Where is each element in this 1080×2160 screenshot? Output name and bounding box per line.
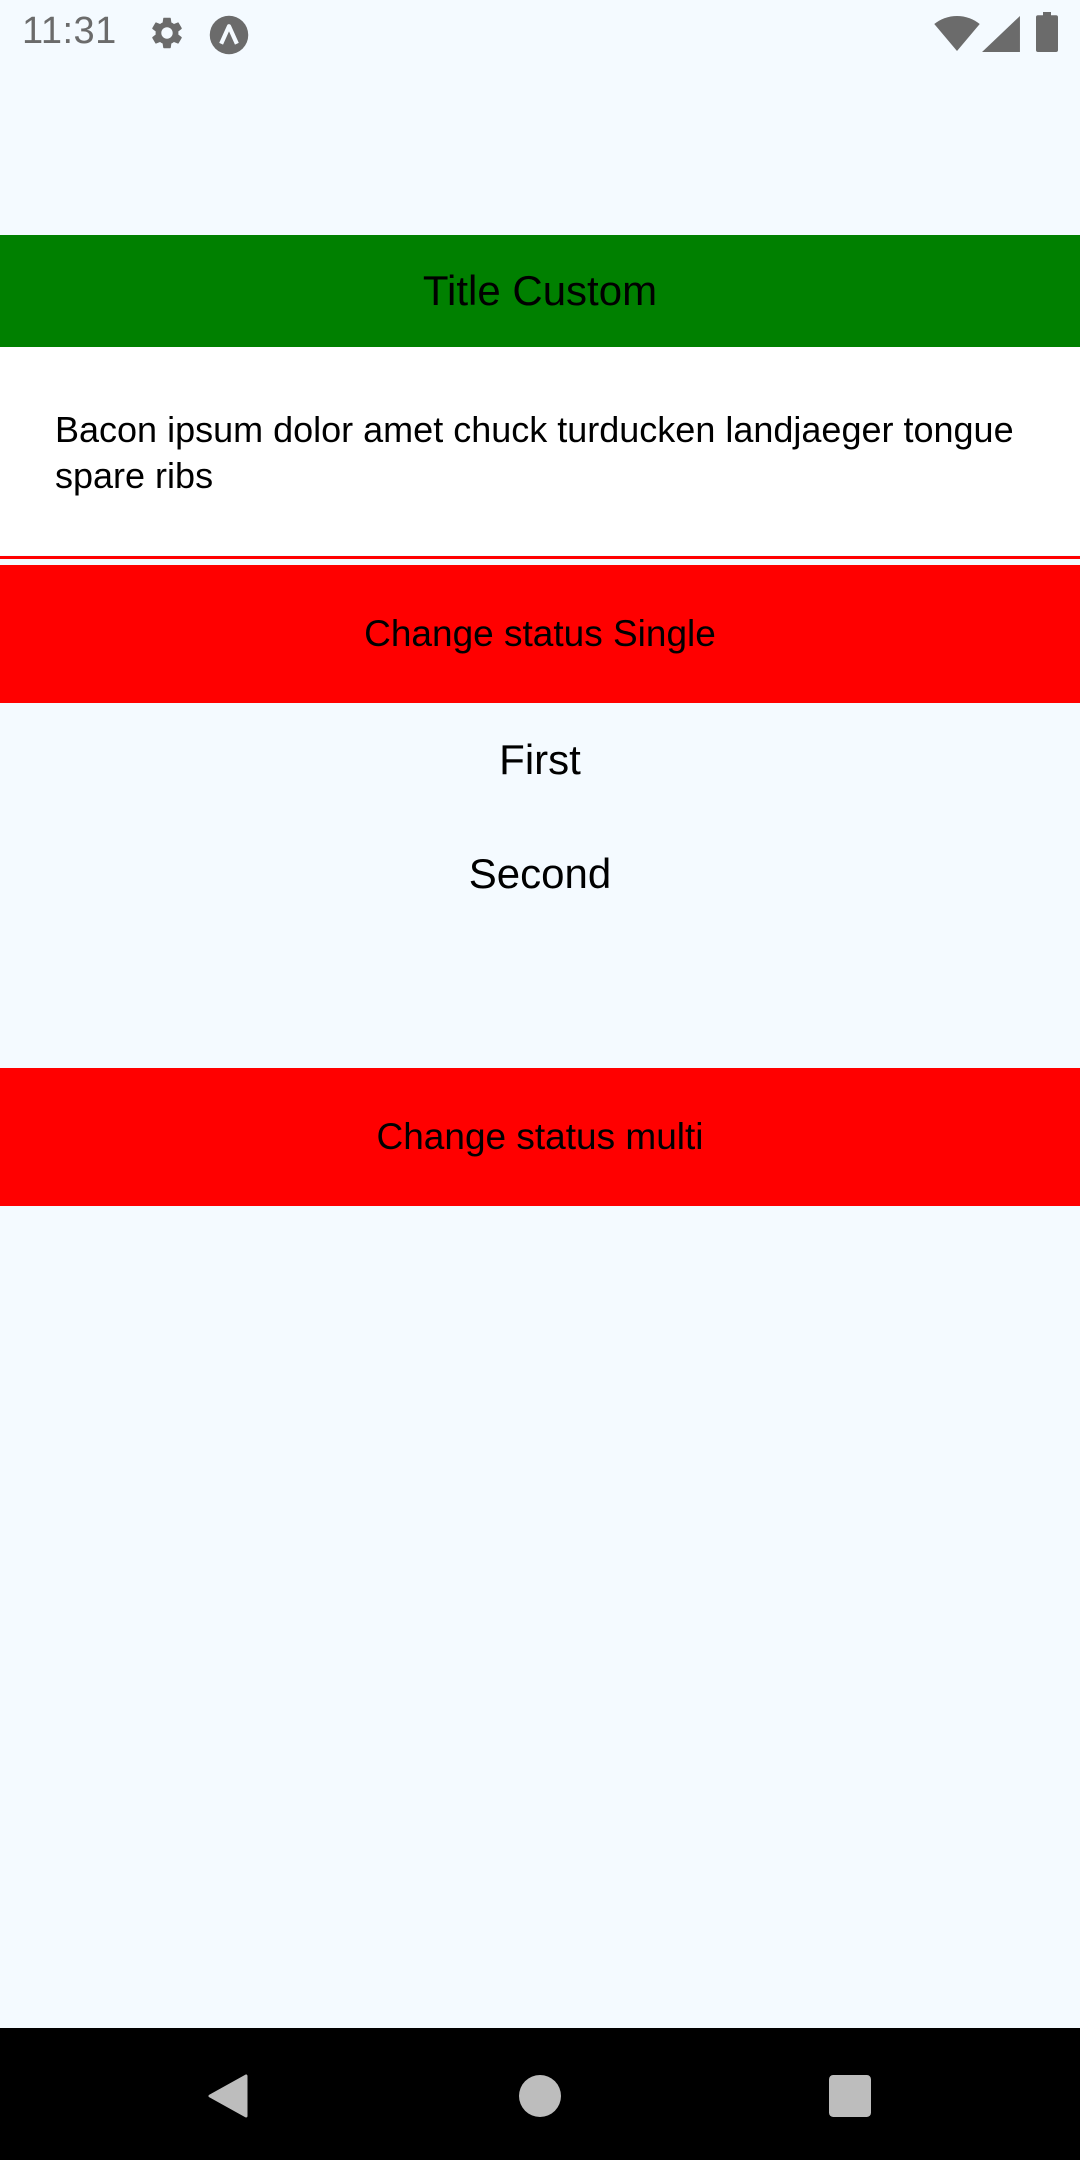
wifi-icon [934,15,980,57]
home-icon[interactable] [510,2066,570,2126]
navigation-bar [0,2028,1080,2160]
app-logo-icon [208,14,250,61]
list-item-second: Second [468,850,612,897]
back-icon[interactable] [198,2066,258,2126]
divider [0,556,1080,559]
signal-icon [982,16,1020,57]
content-card: Bacon ipsum dolor amet chuck turducken l… [0,347,1080,555]
change-status-single-button[interactable]: Change status Single [0,565,1080,703]
header-title: Title Custom [422,267,658,314]
status-bar: 11:31 [0,0,1080,68]
list-item-first: First [499,736,581,783]
content-text: Bacon ipsum dolor amet chuck turducken l… [55,409,1014,496]
gear-icon [148,14,186,57]
battery-icon [1036,12,1058,57]
status-time: 11:31 [22,10,117,52]
change-status-multi-button[interactable]: Change status multi [0,1068,1080,1206]
recents-icon[interactable] [820,2066,880,2126]
header-bar: Title Custom [0,235,1080,347]
